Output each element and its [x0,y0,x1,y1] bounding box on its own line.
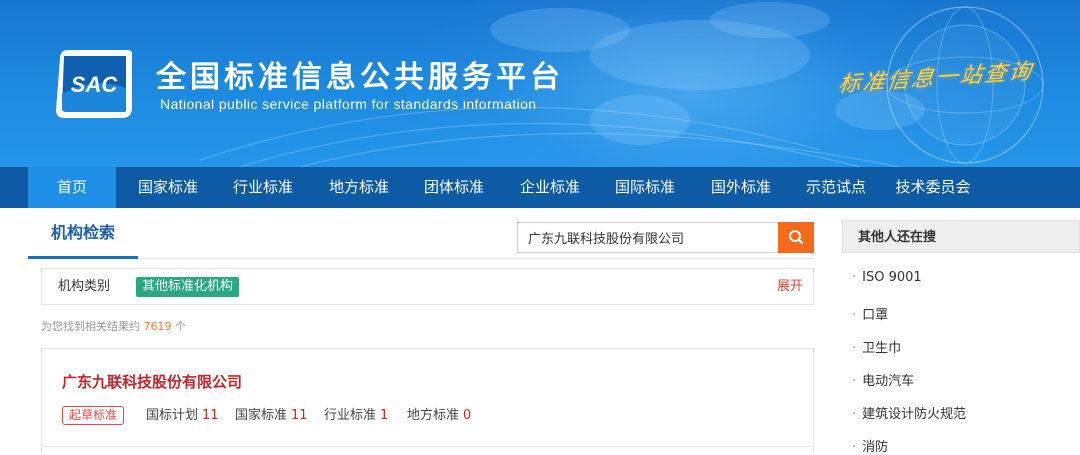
logo-text: SAC [71,72,119,97]
stat-industry-standards[interactable]: 行业标准 1 [324,406,388,425]
stat-value: 0 [463,408,472,423]
nav-item-enterprise-standards[interactable]: 企业标准 [506,167,594,208]
draft-standards-badge: 起草标准 [62,406,125,425]
sidebar-title: 其他人还在搜 [858,230,937,245]
sidebar-header: 其他人还在搜 [842,220,1080,253]
nav-item-industry-standards[interactable]: 行业标准 [219,167,307,208]
sidebar-item[interactable]: · ISO 9001 [852,270,922,285]
result-card: 广东九联科技股份有限公司 起草标准 国标计划 11 国家标准 11 行业标准 1 地方… [41,348,814,453]
stat-value: 11 [291,408,308,423]
bullet-dot: · [852,270,857,285]
sidebar-item[interactable]: · 卫生巾 [852,337,901,356]
bullet-dot: · [852,374,857,389]
site-banner: SAC 全国标准信息公共服务平台 National public service… [0,0,1080,167]
sidebar-item[interactable]: · 电动汽车 [852,370,914,389]
stat-national-plan[interactable]: 国标计划 11 [146,406,219,425]
card-divider [42,446,813,447]
main-nav: 首页 国家标准 行业标准 地方标准 团体标准 企业标准 国际标准 国外标准 示范… [0,167,1080,208]
nav-item-technical-committees[interactable]: 技术委员会 [882,167,984,208]
nav-item-foreign-standards[interactable]: 国外标准 [697,167,785,208]
search-button[interactable] [778,222,814,253]
sidebar-item-label: 口罩 [862,308,889,323]
nav-item-international-standards[interactable]: 国际标准 [601,167,689,208]
site-subtitle: National public service platform for sta… [160,96,537,112]
category-filter: 机构类别 其他标准化机构 展开 [41,268,814,305]
result-count: 为您找到相关结果约 7619 个 [41,318,186,334]
stat-label: 行业标准 [324,408,377,423]
section-divider [28,258,814,259]
nav-item-group-standards[interactable]: 团体标准 [410,167,498,208]
filter-tag-selected[interactable]: 其他标准化机构 [136,277,240,297]
bullet-dot: · [852,308,857,323]
section-title-underline [28,256,138,259]
sidebar-item[interactable]: · 口罩 [852,304,888,323]
section-title: 机构检索 [50,223,115,242]
sac-logo-icon: SAC [56,50,132,118]
stat-label: 地方标准 [407,408,460,423]
nav-item-national-standards[interactable]: 国家标准 [124,167,212,208]
bullet-dot: · [852,407,857,422]
stat-local-standards[interactable]: 地方标准 0 [407,406,471,425]
stat-label: 国家标准 [235,408,288,423]
stat-national-standards[interactable]: 国家标准 11 [235,406,308,425]
site-title: 全国标准信息公共服务平台 [156,60,564,95]
sac-logo[interactable]: SAC [54,48,134,120]
stat-value: 1 [380,408,389,423]
expand-link[interactable]: 展开 [777,269,803,304]
result-count-number: 7619 [143,320,172,333]
result-count-prefix: 为您找到相关结果约 [41,320,140,333]
sidebar-item-label: 电动汽车 [862,374,915,389]
stat-value: 11 [202,408,219,423]
filter-label: 机构类别 [58,279,111,294]
sidebar-item[interactable]: · 消防 [852,436,888,455]
search-input[interactable] [517,222,779,253]
nav-item-local-standards[interactable]: 地方标准 [315,167,403,208]
sidebar-trending-searches: 其他人还在搜 · ISO 9001 · 口罩 · 卫生巾 · 电动汽车 · 建筑设计防火规… [842,220,1080,455]
stat-label: 国标计划 [146,408,199,423]
sidebar-item-label: ISO 9001 [862,270,922,285]
search-icon [789,230,804,245]
sidebar-item-label: 建筑设计防火规范 [862,407,967,422]
sidebar-item[interactable]: · 建筑设计防火规范 [852,403,966,422]
organization-name-link[interactable]: 广东九联科技股份有限公司 [62,371,242,392]
bullet-dot: · [852,341,857,356]
nav-item-home[interactable]: 首页 [28,167,116,208]
sidebar-item-label: 卫生巾 [862,341,902,356]
nav-item-pilot-demo[interactable]: 示范试点 [792,167,880,208]
result-count-suffix: 个 [175,320,186,333]
